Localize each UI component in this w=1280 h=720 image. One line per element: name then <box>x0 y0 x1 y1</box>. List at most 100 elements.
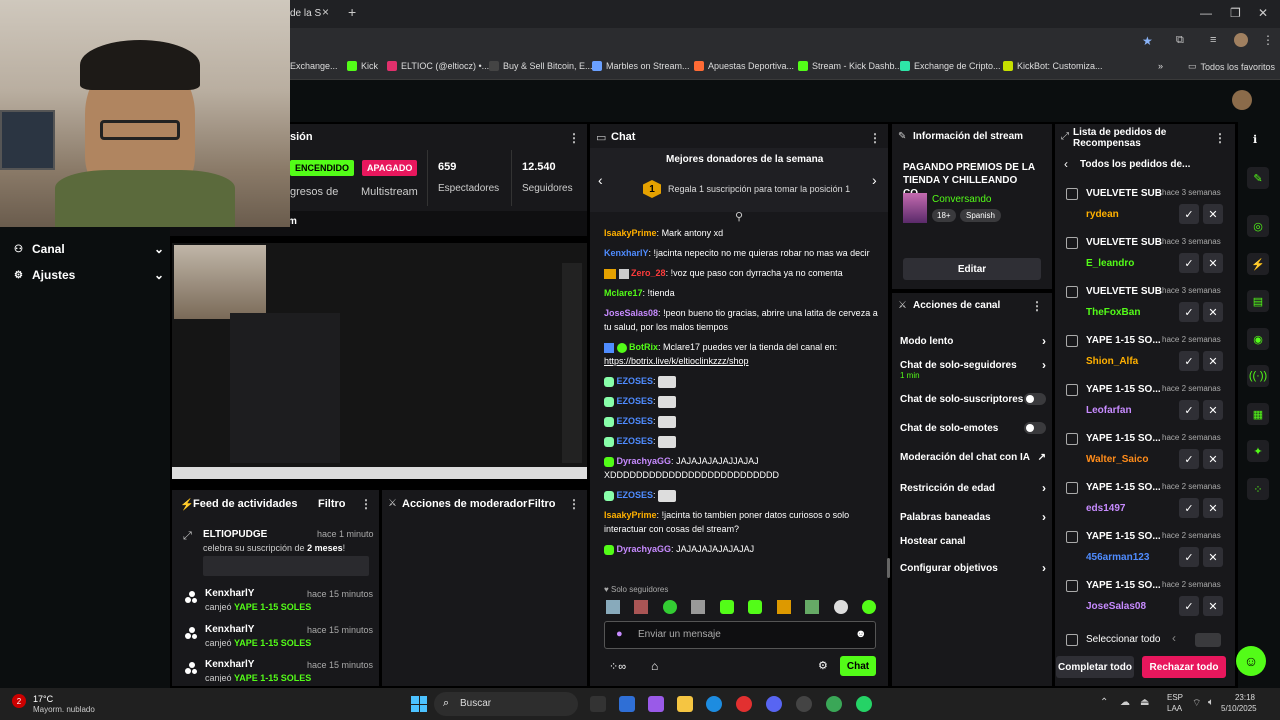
maximize-icon[interactable]: ❐ <box>1230 6 1241 20</box>
chat-bubble-icon[interactable]: ◉ <box>1247 328 1269 350</box>
reject-x-icon[interactable]: ✕ <box>1203 596 1223 616</box>
reward-checkbox[interactable] <box>1066 237 1078 249</box>
grid-icon[interactable]: ▦ <box>1247 403 1269 425</box>
chat-menu-icon[interactable]: ⋮ <box>869 131 881 145</box>
approve-check-icon[interactable]: ✓ <box>1179 400 1199 420</box>
new-tab-button[interactable]: + <box>348 4 356 20</box>
tray-overflow-icon[interactable]: ⌃ <box>1100 697 1108 708</box>
opera-icon[interactable] <box>736 696 752 712</box>
reward-checkbox[interactable] <box>1066 384 1078 396</box>
pin-icon[interactable]: ⚲ <box>735 210 743 223</box>
reading-list-icon[interactable]: ≡ <box>1210 34 1216 46</box>
edit-icon[interactable]: ✎ <box>1247 167 1269 189</box>
chrome-icon[interactable] <box>826 696 842 712</box>
action-banned-words[interactable]: Palabras baneadas › <box>900 510 1046 524</box>
language-1[interactable]: ESP <box>1167 693 1183 702</box>
reward-checkbox[interactable] <box>1066 580 1078 592</box>
camera-icon[interactable]: ◎ <box>1247 215 1269 237</box>
reject-x-icon[interactable]: ✕ <box>1203 253 1223 273</box>
rewards-menu-icon[interactable]: ⋮ <box>1214 131 1226 145</box>
file-explorer-icon[interactable] <box>677 696 693 712</box>
broadcast-icon[interactable]: ((·)) <box>1247 365 1269 387</box>
profile-avatar[interactable] <box>1234 33 1248 47</box>
scrollbar[interactable] <box>887 558 890 578</box>
points-icon[interactable]: ⁘ <box>1247 478 1269 500</box>
bookmark-item[interactable]: ELTIOC (@eltiocz) •... <box>387 61 489 71</box>
action-followers-only[interactable]: Chat de solo-seguidores › <box>900 358 1046 372</box>
copilot-icon[interactable] <box>648 696 664 712</box>
bookmark-star-icon[interactable]: ★ <box>1142 34 1153 48</box>
reject-x-icon[interactable]: ✕ <box>1203 351 1223 371</box>
reject-all-button[interactable]: Rechazar todo <box>1142 656 1226 678</box>
category-thumbnail[interactable] <box>903 193 927 223</box>
action-subscribers-only[interactable]: Chat de solo-suscriptores <box>900 393 1046 405</box>
channel-actions-menu-icon[interactable]: ⋮ <box>1031 299 1043 313</box>
reject-x-icon[interactable]: ✕ <box>1203 449 1223 469</box>
bookmark-item[interactable]: Buy & Sell Bitcoin, E... <box>489 61 593 71</box>
usb-icon[interactable]: ⏏ <box>1140 697 1149 708</box>
pagination-control[interactable] <box>1195 633 1221 647</box>
language-2[interactable]: LAA <box>1167 704 1182 713</box>
browser-menu-icon[interactable]: ⋮ <box>1262 33 1274 47</box>
subscribers-only-toggle[interactable] <box>1024 393 1046 405</box>
store-icon[interactable]: ⌂ <box>651 659 658 673</box>
approve-check-icon[interactable]: ✓ <box>1179 204 1199 224</box>
approve-check-icon[interactable]: ✓ <box>1179 596 1199 616</box>
bookmark-item[interactable]: Exchange... <box>290 61 338 71</box>
task-view-icon[interactable] <box>590 696 606 712</box>
mod-menu-icon[interactable]: ⋮ <box>568 497 580 511</box>
emote-icon[interactable] <box>776 600 791 614</box>
mic-icon[interactable]: ● <box>616 628 623 640</box>
action-slow-mode[interactable]: Modo lento › <box>900 334 1046 348</box>
tools-icon[interactable]: ✦ <box>1247 440 1269 462</box>
action-set-goals[interactable]: Configurar objetivos › <box>900 561 1046 575</box>
document-icon[interactable]: ▤ <box>1247 290 1269 312</box>
bookmark-item[interactable]: Marbles on Stream... <box>592 61 690 71</box>
reward-checkbox[interactable] <box>1066 286 1078 298</box>
obs-icon[interactable] <box>796 696 812 712</box>
chevron-right-icon[interactable]: › <box>872 172 877 188</box>
reward-checkbox[interactable] <box>1066 433 1078 445</box>
activity-menu-icon[interactable]: ⋮ <box>360 497 372 511</box>
reject-x-icon[interactable]: ✕ <box>1203 498 1223 518</box>
clock-date[interactable]: 5/10/2025 <box>1221 704 1269 713</box>
user-avatar[interactable] <box>1232 90 1252 110</box>
extensions-icon[interactable]: ⧉ <box>1176 34 1184 47</box>
category-name[interactable]: Conversando <box>932 194 991 205</box>
reject-x-icon[interactable]: ✕ <box>1203 302 1223 322</box>
action-ai-moderation[interactable]: Moderación del chat con IA ↗ <box>900 452 1046 463</box>
emotes-only-toggle[interactable] <box>1024 422 1046 434</box>
approve-check-icon[interactable]: ✓ <box>1179 498 1199 518</box>
approve-check-icon[interactable]: ✓ <box>1179 351 1199 371</box>
emote-icon[interactable] <box>861 600 876 614</box>
reward-checkbox[interactable] <box>1066 482 1078 494</box>
weather-temp[interactable]: 17°C <box>33 694 53 704</box>
bookmark-item[interactable]: Apuestas Deportiva... <box>694 61 794 71</box>
wifi-icon[interactable]: ⌔ <box>1192 697 1201 710</box>
emote-icon[interactable] <box>719 600 734 614</box>
whatsapp-icon[interactable] <box>856 696 872 712</box>
activity-filter-button[interactable]: Filtro <box>318 498 346 510</box>
store-app-icon[interactable] <box>619 696 635 712</box>
windows-start-icon[interactable] <box>411 696 427 712</box>
action-emotes-only[interactable]: Chat de solo-emotes <box>900 422 1046 434</box>
shop-link[interactable]: https://botrix.live/k/eltioclinkzzz/shop <box>604 356 749 366</box>
send-chat-button[interactable]: Chat <box>840 656 876 676</box>
window-close-icon[interactable]: ✕ <box>1258 6 1268 20</box>
action-host-channel[interactable]: Hostear canal <box>900 536 1046 547</box>
volume-icon[interactable]: 🔈︎ <box>1208 697 1214 708</box>
tab-close-icon[interactable]: × <box>322 5 329 19</box>
bookmark-item[interactable]: Stream - Kick Dashb... <box>798 61 902 71</box>
emote-icon[interactable] <box>691 600 706 614</box>
chevron-left-icon[interactable]: ‹ <box>598 172 603 188</box>
bookmarks-overflow-icon[interactable]: » <box>1158 61 1163 71</box>
emote-icon[interactable] <box>634 600 649 614</box>
stream-preview[interactable] <box>172 243 587 479</box>
approve-check-icon[interactable]: ✓ <box>1179 253 1199 273</box>
edit-stream-button[interactable]: Editar <box>903 258 1041 280</box>
discord-icon[interactable] <box>766 696 782 712</box>
approve-check-icon[interactable]: ✓ <box>1179 449 1199 469</box>
approve-check-icon[interactable]: ✓ <box>1179 547 1199 567</box>
mod-filter-button[interactable]: Filtro <box>528 498 556 510</box>
emoji-icon[interactable]: ☻ <box>855 628 867 640</box>
